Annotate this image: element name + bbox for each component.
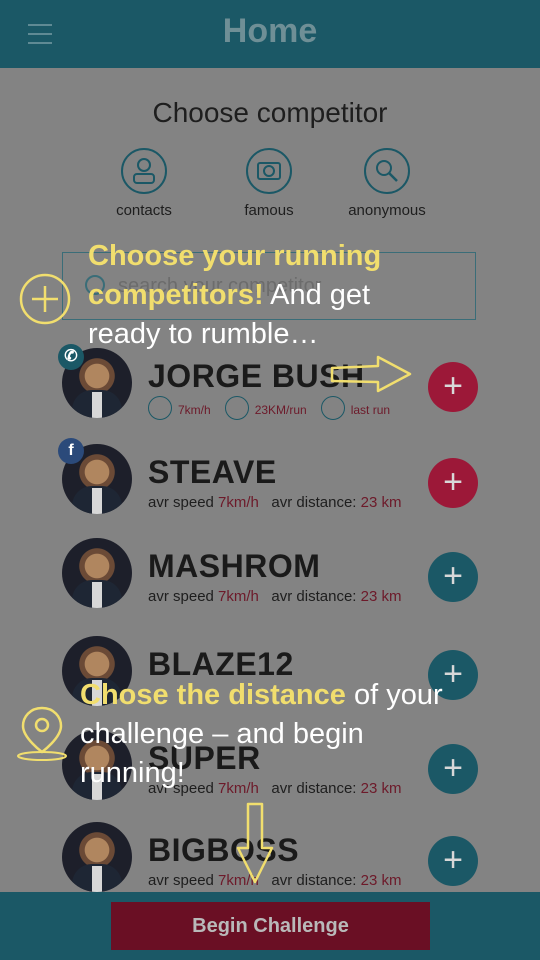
- competitor-row[interactable]: MASHROM avr speed 7km/h avr distance: 23…: [0, 536, 540, 626]
- location-pin-icon: [17, 706, 67, 761]
- plus-circle-icon: [19, 273, 71, 325]
- arrow-right-icon: [330, 355, 412, 393]
- add-competitor-button[interactable]: +: [428, 362, 478, 412]
- contact-icon: [121, 148, 167, 194]
- anonymous-label: anonymous: [348, 202, 426, 219]
- choose-competitor-heading: Choose competitor: [152, 97, 388, 128]
- page-title: Home: [222, 12, 318, 50]
- phone-icon: ✆: [58, 344, 84, 370]
- anonymous-option[interactable]: anonymous: [327, 148, 447, 219]
- contacts-label: contacts: [116, 202, 172, 219]
- competitor-stats: 7km/h 23KM/run last run: [148, 396, 404, 422]
- competitor-row[interactable]: f STEAVE avr speed 7km/h avr distance: 2…: [0, 438, 540, 532]
- add-competitor-button[interactable]: +: [428, 552, 478, 602]
- famous-label: famous: [244, 202, 294, 219]
- avatar: [62, 538, 132, 608]
- distance-icon: [224, 396, 249, 420]
- competitor-name: STEAVE: [148, 454, 277, 490]
- facebook-icon: f: [58, 438, 84, 464]
- running-icon: [148, 396, 172, 420]
- tip-choose-distance: Chose the distance of your challenge – a…: [80, 679, 443, 789]
- competitor-stats: avr speed 7km/h avr distance: 23 km: [148, 588, 402, 605]
- add-competitor-button[interactable]: +: [428, 836, 478, 886]
- avatar: [62, 822, 132, 892]
- begin-challenge-button[interactable]: Begin Challenge: [111, 902, 430, 950]
- famous-option[interactable]: famous: [209, 148, 329, 219]
- search-icon: [364, 148, 410, 194]
- camera-icon: [246, 148, 292, 194]
- map-icon: [320, 396, 345, 420]
- arrow-down-icon: [236, 802, 274, 884]
- tip-choose-competitors: Choose your running competitors! And get…: [88, 240, 382, 350]
- add-competitor-button[interactable]: +: [428, 458, 478, 508]
- competitor-row[interactable]: ✆ JORGE BUSH 7km/h 23KM/run last run +: [0, 344, 540, 436]
- contacts-option[interactable]: contacts: [84, 148, 204, 219]
- competitor-name: MASHROM: [148, 548, 321, 584]
- competitor-stats: avr speed 7km/h avr distance: 23 km: [148, 494, 402, 511]
